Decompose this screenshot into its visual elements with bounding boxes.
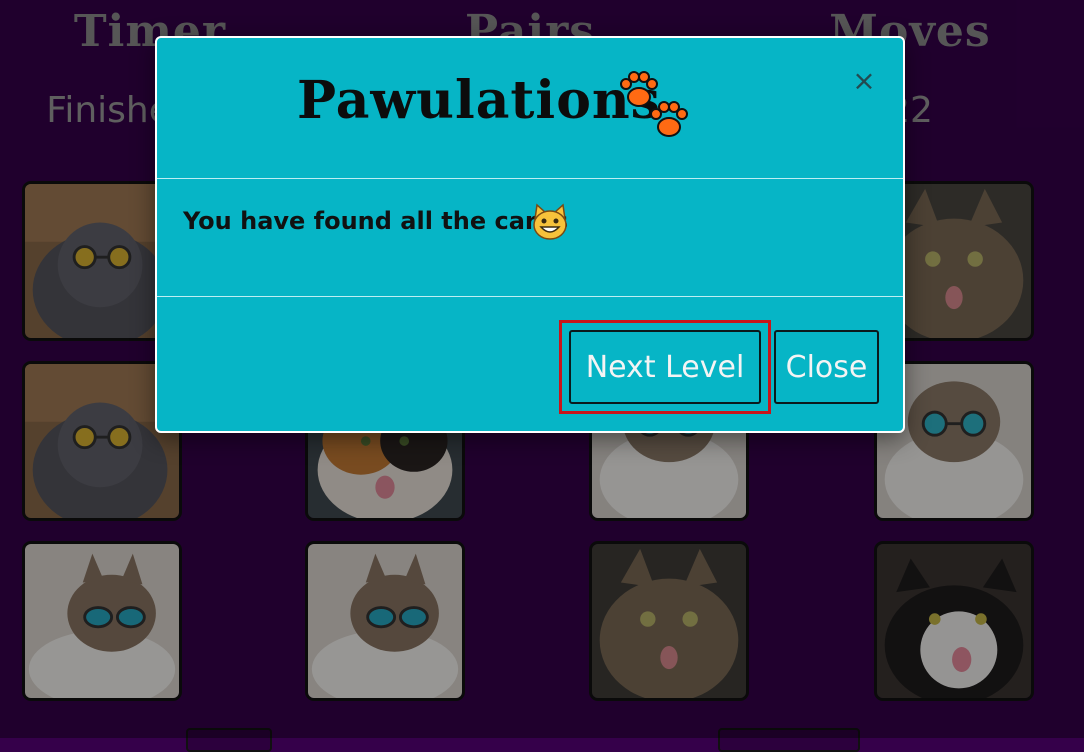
modal-body: You have found all the cards [157, 179, 903, 297]
modal-title: Pawulations [297, 70, 661, 131]
next-level-button[interactable]: Next Level [569, 330, 761, 404]
close-icon[interactable]: × [851, 67, 877, 95]
completion-message: You have found all the cards [183, 207, 569, 235]
completion-modal: Pawulations × You have found all the car… [155, 36, 905, 433]
close-button[interactable]: Close [774, 330, 879, 404]
modal-header: Pawulations × [157, 38, 903, 179]
paw-prints-icon [620, 71, 688, 137]
grinning-cat-face-icon [533, 203, 567, 240]
